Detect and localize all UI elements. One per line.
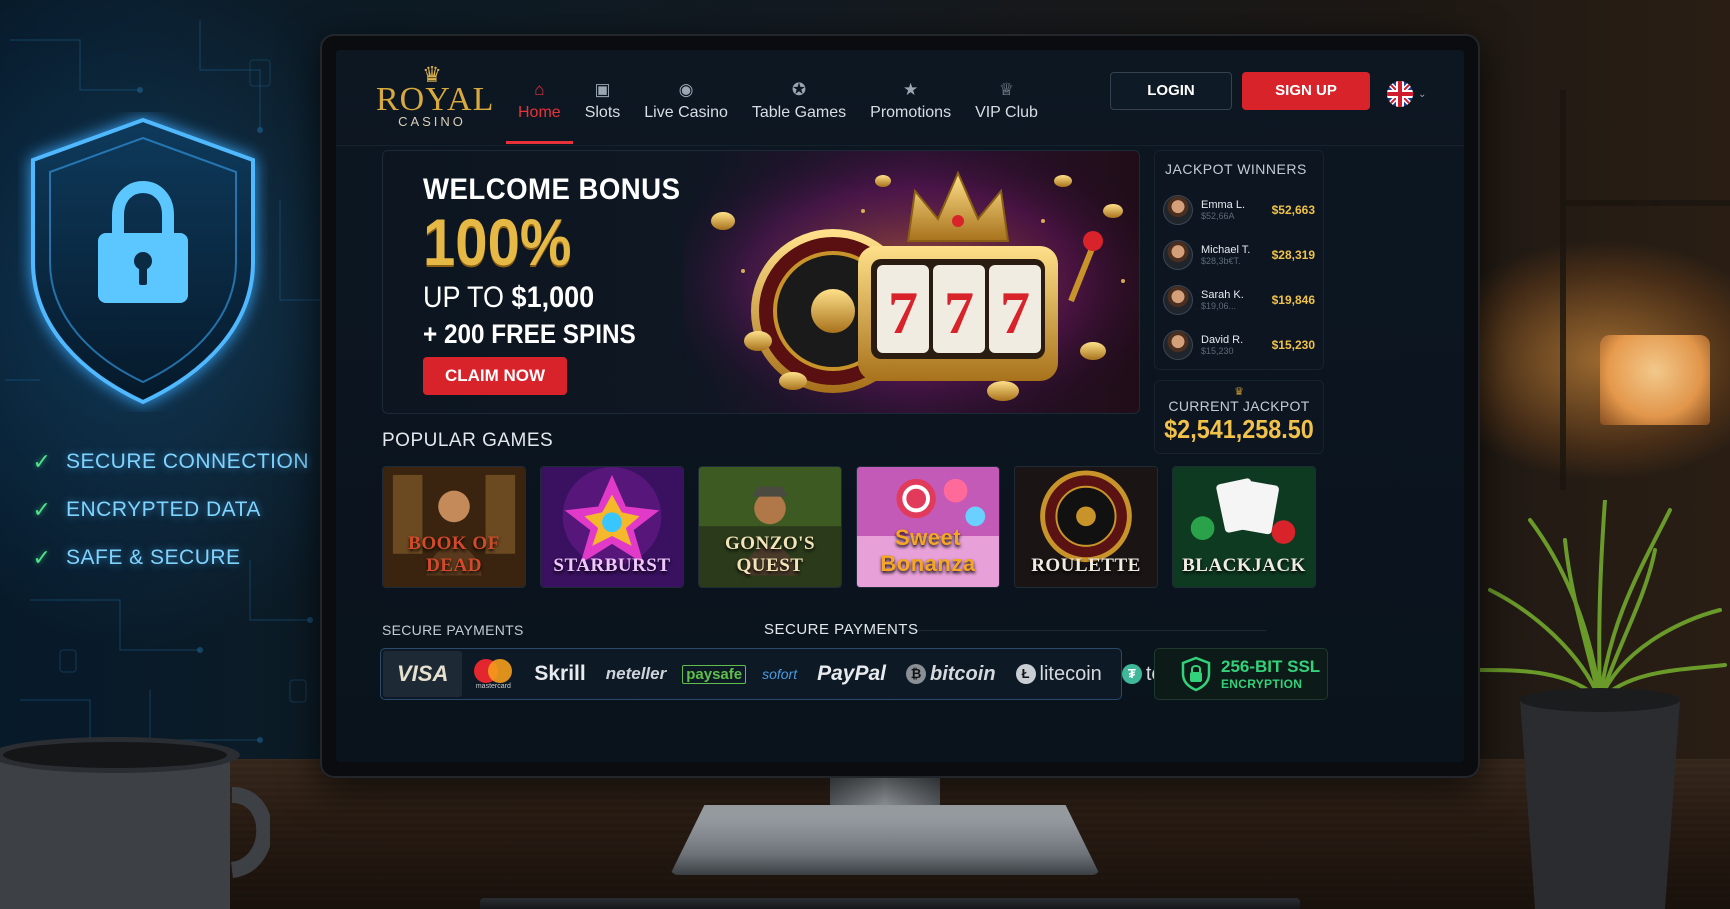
table-games-icon: ✪ [791, 80, 807, 99]
vip-icon: ♕ [998, 80, 1015, 99]
nav-home[interactable]: ⌂ Home [506, 78, 573, 144]
check-icon: ✓ [32, 497, 52, 522]
feature-item: ✓ ENCRYPTED DATA [30, 486, 309, 534]
payment-methods-bar: VISA mastercard Skrill neteller paysafe … [380, 648, 1197, 700]
signup-button[interactable]: SIGN UP [1242, 72, 1370, 110]
security-features: ✓ SECURE CONNECTION ✓ ENCRYPTED DATA ✓ S… [30, 438, 309, 582]
lamp [1600, 335, 1710, 425]
hero-title: WELCOME BONUS [423, 173, 681, 206]
secure-payments-heading: SECURE PAYMENTS [764, 621, 919, 638]
check-icon: ✓ [32, 545, 52, 570]
promotions-icon: ★ [902, 80, 919, 99]
paysafe-logo: paysafe [682, 664, 747, 684]
site-header: ♛ ROYAL CASINO ⌂ Home ▣ Slots ◉ Live Cas… [336, 50, 1464, 146]
chevron-down-icon: ⌄ [1418, 88, 1427, 100]
avatar [1163, 239, 1193, 270]
game-tile-starburst[interactable]: STARBURST [540, 466, 684, 588]
bitcoin-logo: ₿ bitcoin [896, 663, 1006, 686]
current-jackpot-amount: $2,541,258.50 [1164, 414, 1314, 444]
winner-row: David R. $15,230 $15,230 [1155, 322, 1323, 367]
monitor: ♛ ROYAL CASINO ⌂ Home ▣ Slots ◉ Live Cas… [320, 34, 1480, 778]
avatar [1163, 284, 1193, 315]
padlock-icon [98, 180, 188, 303]
feature-item: ✓ SAFE & SECURE [30, 534, 309, 582]
secure-payments-label: SECURE PAYMENTS [382, 622, 524, 638]
slots-icon: ▣ [594, 80, 611, 99]
security-shield [18, 112, 268, 412]
nav-table-games[interactable]: ✪ Table Games [740, 78, 858, 144]
current-jackpot: ♛ CURRENT JACKPOT $2,541,258.50 [1154, 380, 1324, 454]
game-tile-book-of-dead[interactable]: BOOK OF DEAD [382, 466, 526, 588]
coffee-mug [0, 737, 270, 909]
visa-logo: VISA [383, 651, 463, 697]
language-selector[interactable]: ⌄ [1386, 80, 1426, 108]
bitcoin-icon: ₿ [906, 664, 926, 684]
litecoin-logo: Ł litecoin [1006, 663, 1112, 686]
feature-item: ✓ SECURE CONNECTION [30, 438, 309, 486]
hero-free-spins: + 200 FREE SPINS [423, 319, 636, 349]
monitor-base [670, 805, 1100, 875]
game-tile-roulette[interactable]: ROULETTE [1014, 466, 1158, 588]
royal-casino-logo[interactable]: ♛ ROYAL CASINO [376, 64, 493, 130]
main-nav: ⌂ Home ▣ Slots ◉ Live Casino ✪ Table Gam… [506, 78, 1050, 144]
winner-row: Emma L. $52,66A $52,663 [1155, 187, 1323, 232]
svg-text:7: 7 [944, 280, 974, 346]
hero-upto: UP TO $1,000 [423, 281, 595, 314]
nav-vip-club[interactable]: ♕ VIP Club [963, 78, 1050, 144]
login-button[interactable]: LOGIN [1110, 72, 1232, 110]
nav-live-casino[interactable]: ◉ Live Casino [632, 78, 740, 144]
jackpot-winners-title: JACKPOT WINNERS [1165, 161, 1307, 177]
ssl-encryption-badge: 256-BIT SSL ENCRYPTION [1154, 648, 1328, 700]
jackpot-winners-panel: JACKPOT WINNERS Emma L. $52,66A $52,663 … [1154, 150, 1324, 370]
live-casino-icon: ◉ [678, 80, 694, 99]
casino-website: ♛ ROYAL CASINO ⌂ Home ▣ Slots ◉ Live Cas… [336, 50, 1464, 762]
game-tile-sweet-bonanza[interactable]: Sweet Bonanza [856, 466, 1000, 588]
welcome-bonus-banner: 7 7 7 WELCOME BONUS 100% UP TO $1,000 + … [382, 150, 1140, 414]
paypal-logo: PayPal [817, 662, 886, 685]
slot-machine-illustration: 7 7 7 [683, 151, 1139, 413]
potted-plant [1478, 500, 1727, 909]
crown-icon: ♛ [1234, 386, 1244, 398]
game-tile-blackjack[interactable]: BLACKJACK [1172, 466, 1316, 588]
mastercard-icon [474, 658, 513, 683]
hero-percent: 100% [423, 205, 572, 279]
avatar [1163, 329, 1193, 360]
game-tile-gonzos-quest[interactable]: GONZO'S QUEST [698, 466, 842, 588]
claim-now-button[interactable]: CLAIM NOW [423, 357, 567, 395]
popular-games-title: POPULAR GAMES [382, 430, 554, 451]
nav-slots[interactable]: ▣ Slots [573, 78, 633, 144]
nav-promotions[interactable]: ★ Promotions [858, 78, 963, 144]
uk-flag-icon [1387, 81, 1413, 107]
skrill-logo: Skrill [534, 662, 586, 685]
neteller-logo: neteller [605, 664, 667, 683]
hero-text: WELCOME BONUS 100% UP TO $1,000 + 200 FR… [423, 173, 703, 350]
winner-row: Sarah K. $19,06... $19,846 [1155, 277, 1323, 322]
svg-text:7: 7 [1000, 280, 1030, 346]
tether-icon: ₮ [1121, 664, 1142, 684]
keyboard [480, 898, 1300, 909]
winner-row: Michael T. $28,3b€T. $28,319 [1155, 232, 1323, 277]
mastercard-logo: mastercard [462, 658, 524, 690]
avatar [1163, 194, 1193, 225]
shelf [1560, 90, 1730, 490]
sofort-logo: sofort [762, 666, 798, 682]
svg-text:7: 7 [888, 280, 918, 346]
home-icon: ⌂ [534, 80, 545, 99]
check-icon: ✓ [32, 449, 52, 474]
games-grid: BOOK OF DEAD STARBURST GONZO'S QUEST Swe… [382, 466, 1316, 588]
litecoin-icon: Ł [1015, 664, 1036, 684]
shield-lock-icon [1181, 656, 1211, 692]
